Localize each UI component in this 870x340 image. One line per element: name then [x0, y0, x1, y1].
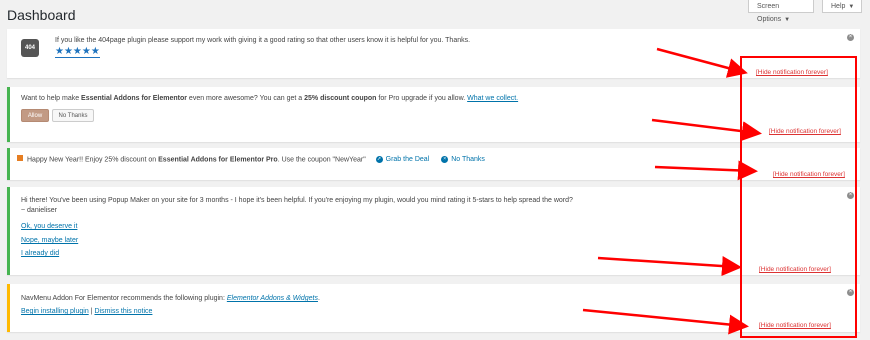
- annotation-arrow: [651, 118, 762, 142]
- annotation-arrow: [654, 160, 758, 181]
- annotation-arrows: [582, 47, 762, 335]
- annotation-arrow: [597, 256, 742, 277]
- annotation-arrow: [582, 308, 749, 335]
- annotation-arrow: [656, 47, 748, 78]
